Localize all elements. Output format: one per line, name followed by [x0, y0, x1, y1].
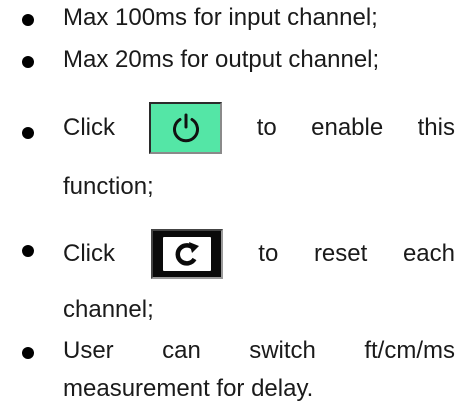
refresh-icon: [175, 242, 199, 266]
list-item-word: to: [258, 240, 279, 267]
list-item-text: function;: [63, 173, 154, 200]
list-item-word: can: [162, 337, 201, 364]
list-item-word: this: [417, 114, 455, 141]
bullet-dot: [22, 14, 34, 26]
list-item-text: Max 20ms for output channel;: [63, 46, 380, 73]
bullet-dot: [22, 56, 34, 68]
list-item-text: channel;: [63, 296, 154, 323]
bullet-dot: [22, 127, 34, 139]
bullet-dot: [22, 347, 34, 359]
bullet-dot: [22, 245, 34, 257]
list-item-text: Max 100ms for input channel;: [63, 4, 378, 31]
list-item-line: Click to enable this: [63, 99, 455, 157]
list-item-word: Click: [63, 240, 115, 267]
list-item-text: measurement for delay.: [63, 375, 314, 402]
list-item-word: switch: [249, 337, 316, 364]
power-icon: [172, 113, 199, 143]
power-button[interactable]: [149, 102, 223, 154]
list-item-line: Click to reset each: [63, 228, 455, 280]
list-item-word: to: [256, 114, 277, 141]
list-item-line: User can switch ft/cm/ms: [63, 337, 455, 365]
list-item-word: Click: [63, 114, 115, 141]
list-item-word: User: [63, 337, 114, 364]
bullet-list: Max 100ms for input channel; Max 20ms fo…: [0, 0, 462, 412]
list-item-word: reset: [313, 240, 368, 267]
reset-button[interactable]: [150, 229, 223, 279]
list-item-word: ft/cm/ms: [364, 337, 455, 364]
list-item-word: enable: [311, 114, 384, 141]
list-item-word: each: [402, 240, 455, 267]
